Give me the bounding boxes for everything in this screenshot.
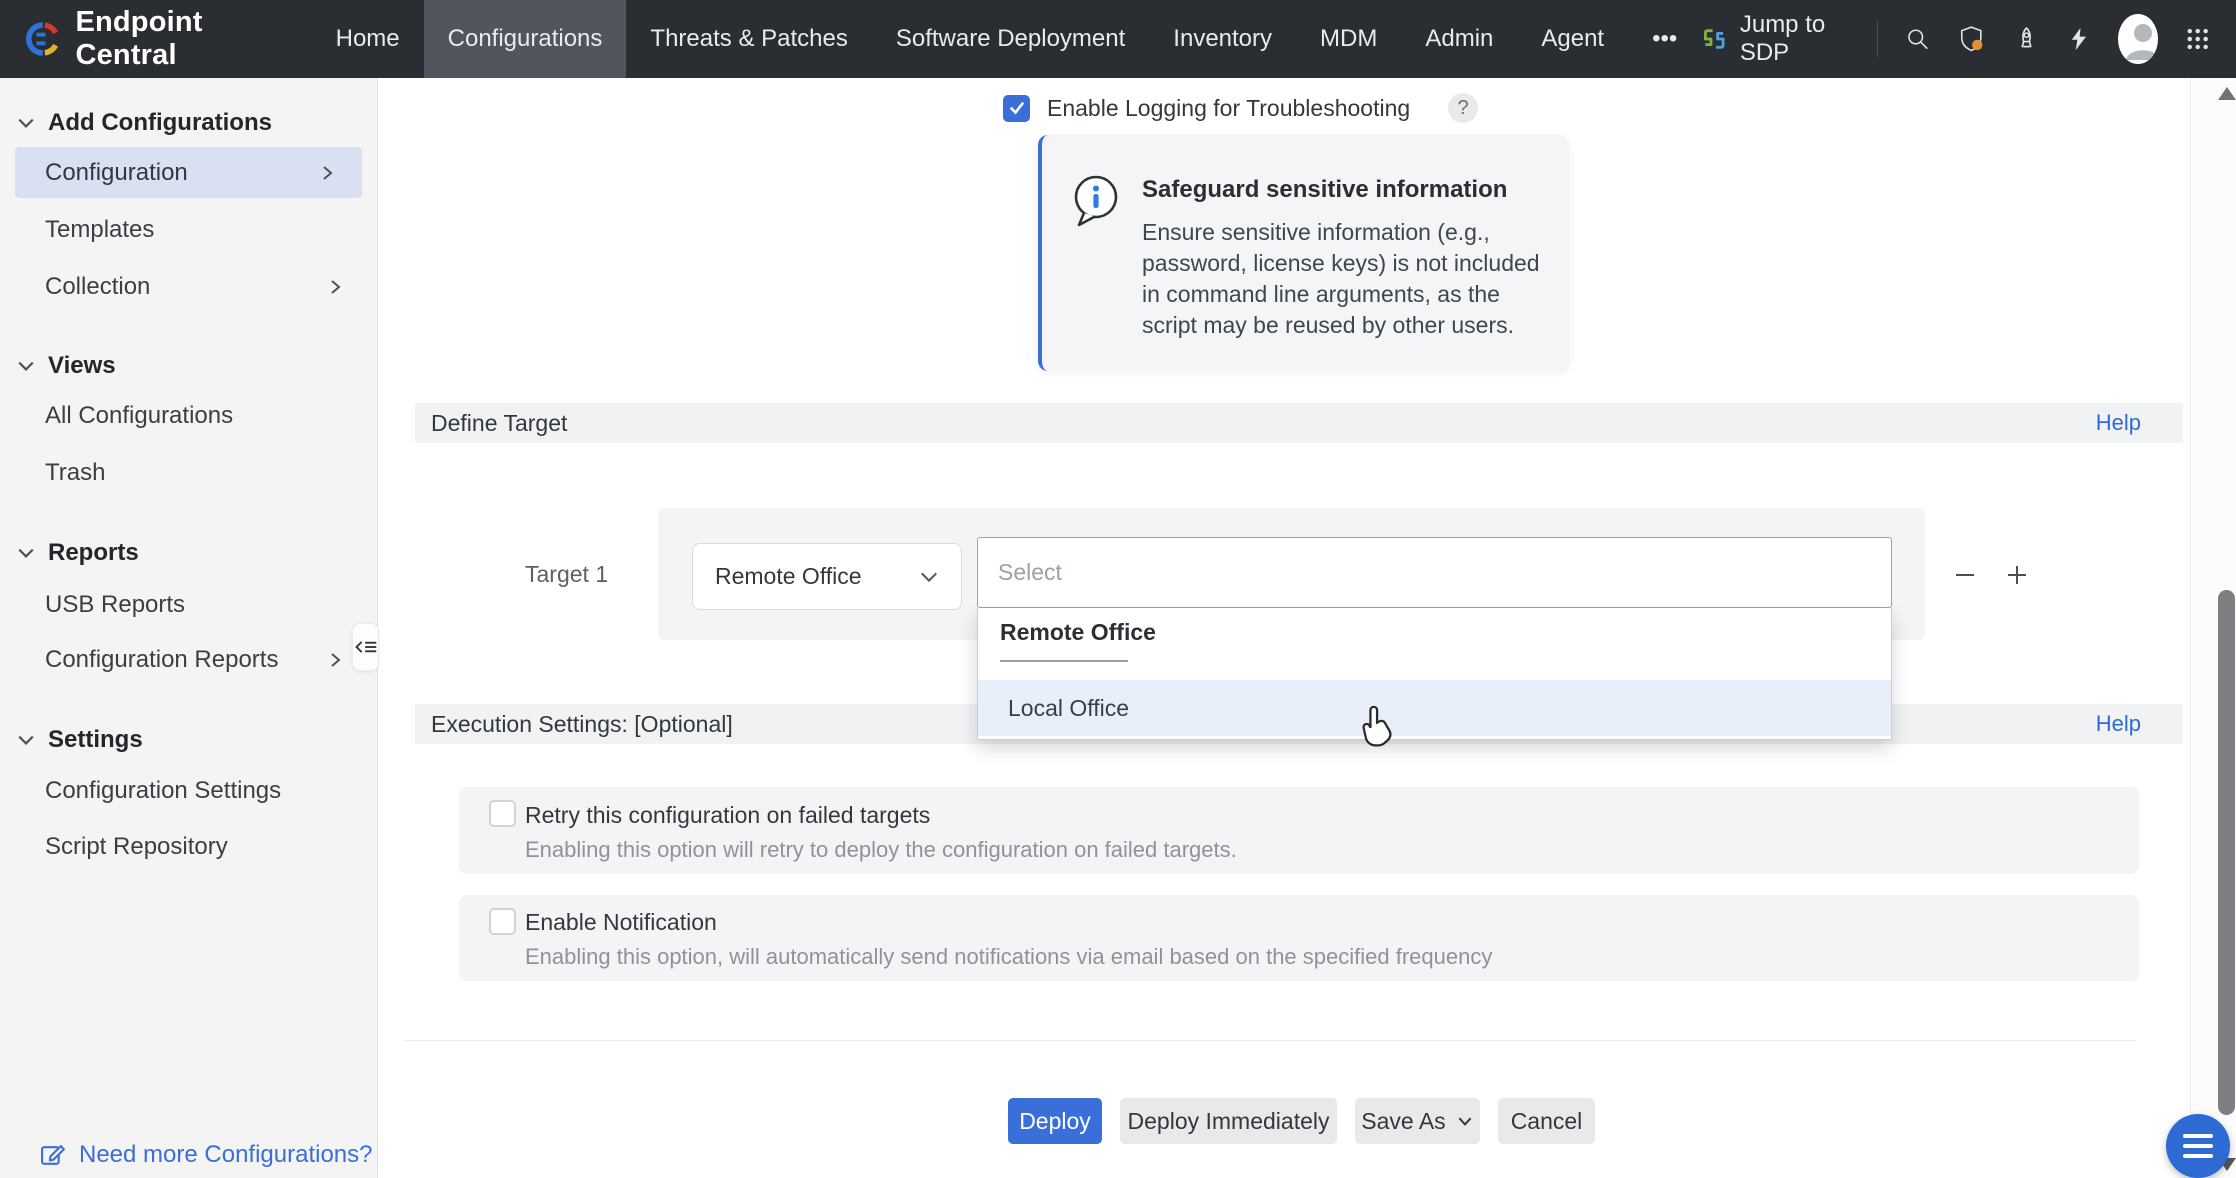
target-dropdown-panel: Remote Office Local Office — [977, 608, 1892, 740]
check-icon — [1008, 99, 1026, 117]
chevron-right-icon — [318, 164, 336, 182]
define-target-bar: Define Target Help — [415, 403, 2183, 443]
save-as-button[interactable]: Save As — [1355, 1098, 1480, 1144]
jump-to-sdp-button[interactable]: Jump to SDP — [1701, 11, 1850, 67]
sidebar-section-views[interactable]: Views — [0, 346, 378, 386]
nav-software-deployment[interactable]: Software Deployment — [872, 0, 1149, 78]
chevron-down-icon — [17, 544, 35, 562]
question-badge[interactable]: ? — [1448, 93, 1478, 123]
logging-row: Enable Logging for Troubleshooting ? — [1003, 93, 1478, 123]
dropdown-group-underline — [1000, 660, 1128, 662]
nav-configurations[interactable]: Configurations — [424, 0, 627, 78]
rocket-icon[interactable] — [2013, 22, 2040, 56]
target-search-input[interactable] — [977, 537, 1892, 608]
sidebar-item-trash[interactable]: Trash — [0, 453, 378, 493]
sidebar-item-all-configurations[interactable]: All Configurations — [0, 396, 378, 436]
nav-right-cluster: Jump to SDP — [1701, 11, 2210, 67]
chevron-down-icon — [17, 357, 35, 375]
pencil-square-icon — [40, 1142, 67, 1169]
sidebar-item-usb-reports[interactable]: USB Reports — [0, 585, 378, 625]
sidebar: Add Configurations Configuration Templat… — [0, 78, 378, 1178]
nav-mdm[interactable]: MDM — [1296, 0, 1401, 78]
sidebar-section-reports[interactable]: Reports — [0, 533, 378, 573]
need-more-configurations-link[interactable]: Need more Configurations? — [0, 1135, 378, 1175]
enable-logging-checkbox[interactable] — [1003, 95, 1030, 122]
status-dot — [1972, 40, 1982, 50]
minus-icon — [1950, 560, 1980, 590]
retry-option-box: Retry this configuration on failed targe… — [459, 787, 2139, 874]
info-bubble-icon — [1070, 173, 1124, 231]
nav-home[interactable]: Home — [312, 0, 424, 78]
add-target-button[interactable] — [1998, 556, 2036, 594]
dropdown-option-local-office[interactable]: Local Office — [978, 680, 1891, 736]
endpoint-central-logo-icon — [26, 16, 59, 62]
lightning-icon[interactable] — [2067, 24, 2091, 54]
floating-menu-button[interactable] — [2166, 1114, 2230, 1178]
sidebar-section-settings[interactable]: Settings — [0, 720, 378, 760]
top-nav: Endpoint Central Home Configurations Thr… — [0, 0, 2236, 78]
nav-threats-patches[interactable]: Threats & Patches — [626, 0, 871, 78]
sidebar-section-add-configurations[interactable]: Add Configurations — [0, 103, 378, 143]
execution-settings-title: Execution Settings: [Optional] — [431, 711, 733, 738]
notification-description: Enabling this option, will automatically… — [525, 944, 1492, 970]
info-card-body: Ensure sensitive information (e.g., pass… — [1142, 217, 1554, 341]
sdp-icon — [1701, 22, 1728, 56]
deploy-immediately-button[interactable]: Deploy Immediately — [1120, 1098, 1337, 1144]
divider — [1877, 21, 1878, 57]
target-category-select[interactable]: Remote Office — [692, 543, 962, 610]
remove-target-button[interactable] — [1946, 556, 1984, 594]
target-1-label: Target 1 — [525, 561, 608, 588]
nav-more-ellipsis[interactable]: ••• — [1628, 0, 1701, 78]
define-target-title: Define Target — [431, 410, 567, 437]
chevron-down-icon — [17, 731, 35, 749]
nav-inventory[interactable]: Inventory — [1149, 0, 1296, 78]
define-target-help-link[interactable]: Help — [2096, 410, 2141, 436]
nav-agent[interactable]: Agent — [1517, 0, 1628, 78]
chevron-right-icon — [326, 651, 344, 669]
chevron-down-icon — [917, 565, 941, 589]
sidebar-item-templates[interactable]: Templates — [0, 210, 378, 250]
notification-checkbox[interactable] — [489, 908, 516, 935]
user-silhouette-icon — [2118, 14, 2158, 64]
divider — [404, 1040, 2136, 1041]
enable-logging-label: Enable Logging for Troubleshooting — [1047, 95, 1410, 122]
sidebar-item-configuration-settings[interactable]: Configuration Settings — [0, 771, 378, 811]
sidebar-item-collection[interactable]: Collection — [0, 267, 378, 307]
sidebar-item-configuration[interactable]: Configuration — [15, 147, 362, 198]
sidebar-item-script-repository[interactable]: Script Repository — [0, 827, 378, 867]
sidebar-collapse-button[interactable] — [352, 623, 379, 671]
chevron-right-icon — [326, 278, 344, 296]
chevron-down-icon — [17, 114, 35, 132]
sidebar-collapse-icon — [354, 635, 378, 659]
apps-grid-icon[interactable] — [2185, 23, 2210, 55]
chevron-down-icon — [1456, 1112, 1474, 1130]
scrollbar-track — [2190, 78, 2236, 1178]
jump-to-sdp-label: Jump to SDP — [1740, 11, 1850, 67]
deploy-button[interactable]: Deploy — [1008, 1098, 1102, 1144]
app-title: Endpoint Central — [75, 6, 247, 72]
retry-label: Retry this configuration on failed targe… — [525, 802, 930, 829]
cancel-button[interactable]: Cancel — [1498, 1098, 1595, 1144]
search-icon[interactable] — [1905, 23, 1930, 55]
plus-icon — [2002, 560, 2032, 590]
nav-admin[interactable]: Admin — [1401, 0, 1517, 78]
hamburger-icon — [2183, 1134, 2213, 1138]
notification-option-box: Enable Notification Enabling this option… — [459, 895, 2139, 981]
avatar[interactable] — [2118, 14, 2158, 64]
app-logo[interactable]: Endpoint Central — [26, 6, 248, 72]
sidebar-item-configuration-reports[interactable]: Configuration Reports — [0, 640, 378, 680]
main-content: Enable Logging for Troubleshooting ? Saf… — [378, 78, 2236, 1178]
info-card-title: Safeguard sensitive information — [1142, 176, 1507, 204]
target-category-value: Remote Office — [715, 563, 862, 590]
scroll-up-arrow[interactable] — [2218, 87, 2236, 100]
execution-settings-help-link[interactable]: Help — [2096, 711, 2141, 737]
shield-status-icon[interactable] — [1957, 21, 1986, 57]
retry-description: Enabling this option will retry to deplo… — [525, 837, 1237, 863]
main-menu: Home Configurations Threats & Patches So… — [312, 0, 1702, 78]
dropdown-group-remote-office[interactable]: Remote Office — [1000, 619, 1156, 646]
scrollbar-thumb[interactable] — [2218, 590, 2235, 1115]
retry-checkbox[interactable] — [489, 800, 516, 827]
safeguard-info-card: Safeguard sensitive information Ensure s… — [1038, 135, 1569, 371]
notification-label: Enable Notification — [525, 909, 717, 936]
